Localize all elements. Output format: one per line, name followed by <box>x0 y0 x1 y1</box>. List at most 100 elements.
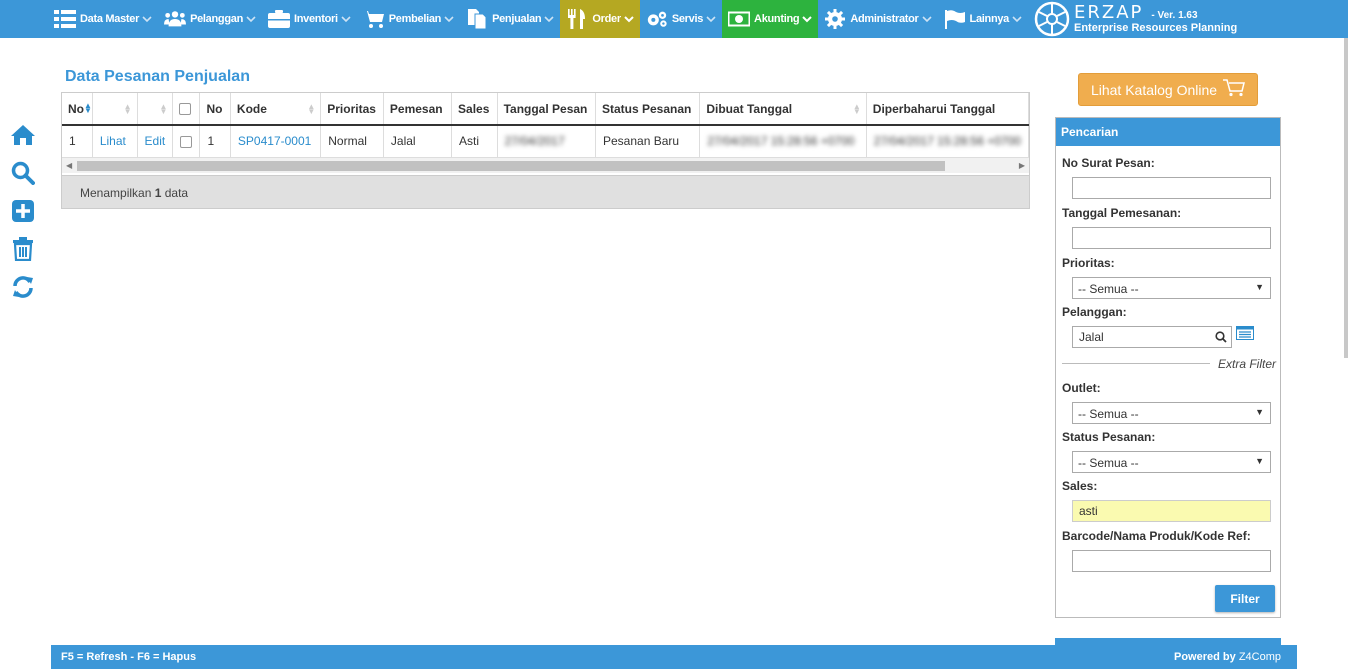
data-grid: No ▲ ▼ ▲ ▼ ▲ ▼ No Kode ▲ ▼ Prioritas Pemesan S… <box>61 92 1030 209</box>
cell-status-pesanan: Pesanan Baru <box>595 125 701 158</box>
cell-tanggal-pesan: 27/04/2017 <box>497 125 597 158</box>
record-count: 1 <box>154 186 162 200</box>
search-icon <box>11 161 35 185</box>
nav-lainnya[interactable]: Lainnya <box>938 0 1028 38</box>
add-button[interactable] <box>10 198 36 223</box>
edit-link[interactable]: Edit <box>137 125 174 158</box>
sales-input[interactable]: asti <box>1072 500 1271 522</box>
col-header-edit[interactable]: ▲ ▼ <box>137 93 174 126</box>
nav-penjualan[interactable]: Penjualan <box>460 0 560 38</box>
lihat-katalog-online-button[interactable]: Lihat Katalog Online <box>1078 73 1258 106</box>
col-header-view[interactable]: ▲ ▼ <box>92 93 138 126</box>
col-header-select-all[interactable] <box>172 93 201 126</box>
col-header-no2[interactable]: No <box>199 93 231 126</box>
filter-button[interactable]: Filter <box>1215 585 1275 612</box>
view-link[interactable]: Lihat <box>92 125 138 158</box>
cell-no2: 1 <box>199 125 231 158</box>
table-row[interactable]: 1 Lihat Edit 1 SP0417-0001 Normal Jalal … <box>62 125 1029 158</box>
nav-administrator[interactable]: Administrator <box>818 0 937 38</box>
outlet-label: Outlet: <box>1062 381 1101 395</box>
orders-table: No ▲ ▼ ▲ ▼ ▲ ▼ No Kode ▲ ▼ Prioritas Pemesan S… <box>62 93 1029 158</box>
gears-icon <box>646 9 668 29</box>
chevron-down-icon <box>544 15 554 23</box>
status-pesanan-select[interactable]: -- Semua -- ▼ <box>1072 451 1271 473</box>
cell-dibuat-tanggal: 27/04/2017 15:28:56 +0700 <box>699 125 867 158</box>
chevron-down-icon <box>624 15 634 23</box>
search-icon[interactable] <box>1215 331 1227 346</box>
scrollbar-thumb[interactable] <box>77 161 945 171</box>
erzap-logo-icon <box>1034 1 1070 37</box>
nav-label: Order <box>592 13 621 25</box>
dropdown-caret-icon: ▼ <box>1255 456 1264 466</box>
refresh-button[interactable] <box>10 274 36 299</box>
col-header-tanggal-pesan[interactable]: Tanggal Pesan <box>497 93 597 126</box>
outlet-select[interactable]: -- Semua -- ▼ <box>1072 402 1271 424</box>
powered-brand[interactable]: Z4Comp <box>1239 651 1281 663</box>
cell-prioritas: Normal <box>320 125 384 158</box>
col-header-prioritas[interactable]: Prioritas <box>320 93 384 126</box>
trash-icon <box>12 236 33 261</box>
nav-pelanggan[interactable]: Pelanggan <box>158 0 262 38</box>
scroll-right-icon[interactable]: ▶ <box>1019 161 1025 170</box>
brand-subtitle: Enterprise Resources Planning <box>1074 22 1238 34</box>
cell-no: 1 <box>62 125 93 158</box>
briefcase-icon <box>268 9 290 29</box>
powered-by: Powered by Z4Comp <box>1174 651 1281 663</box>
nav-pembelian[interactable]: Pembelian <box>357 0 460 38</box>
col-header-pemesan[interactable]: Pemesan <box>383 93 453 126</box>
nav-label: Akunting <box>754 13 800 25</box>
horizontal-scrollbar[interactable]: ◀ ▶ <box>62 158 1029 173</box>
scroll-left-icon[interactable]: ◀ <box>66 161 72 170</box>
refresh-icon <box>12 275 33 298</box>
delete-button[interactable] <box>10 236 36 261</box>
status-pesanan-label: Status Pesanan: <box>1062 430 1156 444</box>
list-browse-icon[interactable] <box>1236 326 1254 343</box>
col-header-sales[interactable]: Sales <box>451 93 498 126</box>
nav-order[interactable]: Order <box>560 0 640 38</box>
shopping-cart-icon <box>1223 79 1246 100</box>
flag-icon <box>944 9 966 29</box>
nav-servis[interactable]: Servis <box>640 0 722 38</box>
nav-data-master[interactable]: Data Master <box>48 0 158 38</box>
page-scrollbar[interactable] <box>1344 38 1348 358</box>
nav-label: Penjualan <box>492 13 542 25</box>
prioritas-select[interactable]: -- Semua -- ▼ <box>1072 277 1271 299</box>
brand-name: ERZAP <box>1074 2 1144 23</box>
search-button[interactable] <box>10 160 36 185</box>
select-all-checkbox[interactable] <box>179 103 192 116</box>
cart-icon <box>362 9 385 29</box>
sort-icon: ▲ ▼ <box>159 102 168 116</box>
nav-inventori[interactable]: Inventori <box>262 0 357 38</box>
extra-filter-divider: Extra Filter <box>1062 357 1276 371</box>
chevron-down-icon <box>1012 15 1022 23</box>
nav-label: Pembelian <box>388 13 442 25</box>
col-header-dibuat-tanggal[interactable]: Dibuat Tanggal ▲ ▼ <box>699 93 867 126</box>
top-navbar: Data Master Pelanggan Inventori Pembelia… <box>0 0 1348 38</box>
tanggal-pemesanan-label: Tanggal Pemesanan: <box>1062 206 1182 220</box>
cutlery-icon <box>566 9 588 29</box>
nav-label: Pelanggan <box>190 13 243 25</box>
dropdown-caret-icon: ▼ <box>1255 407 1264 417</box>
kode-link[interactable]: SP0417-0001 <box>230 125 322 158</box>
col-header-status-pesanan[interactable]: Status Pesanan <box>595 93 701 126</box>
brand[interactable]: ERZAP - Ver. 1.63 Enterprise Resources Pl… <box>1034 0 1237 38</box>
pelanggan-input[interactable]: Jalal <box>1072 326 1232 348</box>
cell-select <box>172 125 201 158</box>
home-button[interactable] <box>10 122 36 147</box>
nav-label: Lainnya <box>969 13 1010 25</box>
table-header-row: No ▲ ▼ ▲ ▼ ▲ ▼ No Kode ▲ ▼ Prioritas Pemesan S… <box>62 93 1029 126</box>
row-checkbox[interactable] <box>180 136 193 149</box>
col-header-no[interactable]: No ▲ ▼ <box>62 93 93 126</box>
no-surat-input[interactable] <box>1072 177 1271 199</box>
nav-akunting[interactable]: Akunting <box>722 0 819 38</box>
dropdown-caret-icon: ▼ <box>1255 282 1264 292</box>
search-panel-title: Pencarian <box>1056 118 1280 146</box>
tanggal-pemesanan-input[interactable] <box>1072 227 1271 249</box>
col-header-kode[interactable]: Kode ▲ ▼ <box>230 93 322 126</box>
barcode-input[interactable] <box>1072 550 1271 572</box>
col-header-diperbaharui-tanggal[interactable]: Diperbaharui Tanggal <box>866 93 1029 126</box>
sort-icon: ▲ ▼ <box>84 101 92 115</box>
nav-label: Data Master <box>80 13 140 25</box>
documents-icon <box>466 9 488 29</box>
